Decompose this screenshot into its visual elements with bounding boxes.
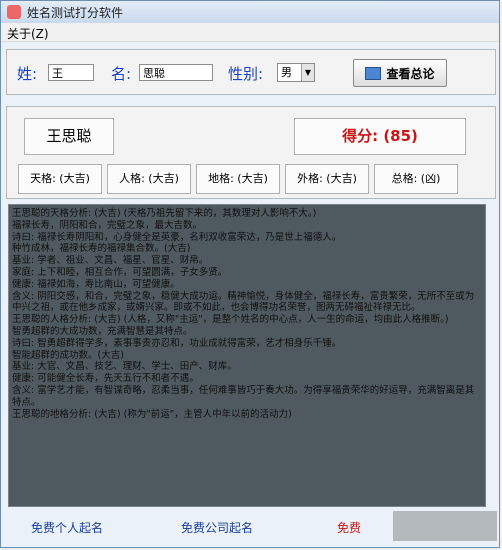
analysis-line: 含义: 阴阳交感，和合，完璧之象，稳健大成功运。精神愉悦，身体健全，福禄长寿，富… (12, 290, 475, 314)
analysis-line: 健康: 可能健全长寿，先天五行不和者不遇。 (12, 373, 199, 385)
chevron-down-icon[interactable]: ▼ (301, 64, 314, 81)
analysis-line: 王思聪的天格分析: (大吉) (天格乃祖先留下来的，其数理对人影响不大。) (12, 208, 317, 219)
analysis-line: 基业: 大官、文昌、技艺、理财、学士、田产、财库。 (12, 361, 237, 373)
input-panel: 姓: 王 名: 思聪 性别: 男 ▼ 查看总论 (6, 49, 496, 95)
analysis-line: 基业: 学者、祖业、文昌、福星、官星、财帛。 (12, 255, 209, 267)
view-summary-button[interactable]: 查看总论 (353, 59, 447, 87)
menu-about[interactable]: 关于(Z) (7, 25, 49, 42)
score-display: 得分: (85) (294, 118, 466, 155)
grid-tian: 天格: (大吉) (18, 164, 102, 194)
given-name-label: 名: (111, 65, 132, 83)
analysis-line: 诗曰: 福禄长寿阴阳和，心身健全是英豪，名利双收富荣达，乃是世上福德人。 (12, 231, 342, 243)
analysis-line: 诗曰: 智勇超群得学多，素事事贵亦忍和，功业成就得富荣，艺才相身乐千锤。 (12, 337, 342, 349)
analysis-line: 健康: 福禄如海，寿比南山，可望健康。 (12, 278, 180, 290)
menu-bar: 关于(Z) (1, 23, 499, 42)
analysis-line: 智能超群的成功数。(大吉) (12, 349, 124, 361)
grid-di: 地格: (大吉) (196, 164, 280, 194)
free-personal-naming-link[interactable]: 免费个人起名 (31, 519, 103, 536)
grid-ren: 人格: (大吉) (107, 164, 191, 194)
analysis-line: 王思聪的地格分析: (大吉) (称为"前运"，主管人中年以前的活动力) (12, 408, 292, 420)
analysis-line: 种竹成林，福禄长寿的福禄集合数。(大吉) (12, 243, 191, 255)
gender-label: 性别: (228, 65, 264, 83)
analysis-line: 福禄长寿，阴阳和合，完璧之象，最大吉数。 (12, 219, 203, 231)
surname-label: 姓: (17, 65, 38, 83)
analysis-line: 王思聪的人格分析: (大吉) (人格，又称"主运"，是整个姓名的中心点，人一生的… (12, 314, 449, 326)
title-bar: 姓名测试打分软件 (1, 1, 499, 24)
view-summary-label: 查看总论 (386, 67, 435, 81)
surname-input[interactable]: 王 (48, 64, 94, 81)
free-company-naming-link[interactable]: 免费公司起名 (181, 519, 253, 536)
full-name-display: 王思聪 (24, 118, 114, 155)
free-link[interactable]: 免费 (337, 519, 361, 536)
window-title: 姓名测试打分软件 (27, 6, 124, 20)
gender-value: 男 (281, 66, 292, 79)
analysis-line: 家庭: 上下和睦，相互合作，可望圆满，子女多贤。 (12, 266, 228, 278)
given-name-input[interactable]: 思聪 (139, 64, 213, 81)
result-panel: 王思聪 得分: (85) 天格: (大吉) 人格: (大吉) 地格: (大吉) … (6, 106, 496, 199)
monitor-icon (365, 67, 382, 80)
watermark-overlay (393, 511, 497, 541)
gender-select[interactable]: 男 ▼ (277, 63, 315, 82)
analysis-content: 王思聪的天格分析: (大吉) (天格乃祖先留下来的，其数理对人影响不大。) 福禄… (12, 208, 482, 420)
app-icon (7, 5, 21, 19)
grid-zong: 总格: (凶) (374, 164, 458, 194)
analysis-line: 含义: 富学艺才能，有智谋奇略，忍柔当事，任何难事皆巧于奏大功。为得享福贵荣华的… (12, 384, 475, 408)
grid-wai: 外格: (大吉) (285, 164, 369, 194)
app-window: 姓名测试打分软件 关于(Z) 姓: 王 名: 思聪 性别: 男 ▼ 查看总论 王… (0, 0, 500, 548)
analysis-text-area[interactable]: 王思聪的天格分析: (大吉) (天格乃祖先留下来的，其数理对人影响不大。) 福禄… (8, 204, 486, 507)
analysis-line: 智勇超群的大成功数，充满智慧是其特点。 (12, 325, 193, 337)
